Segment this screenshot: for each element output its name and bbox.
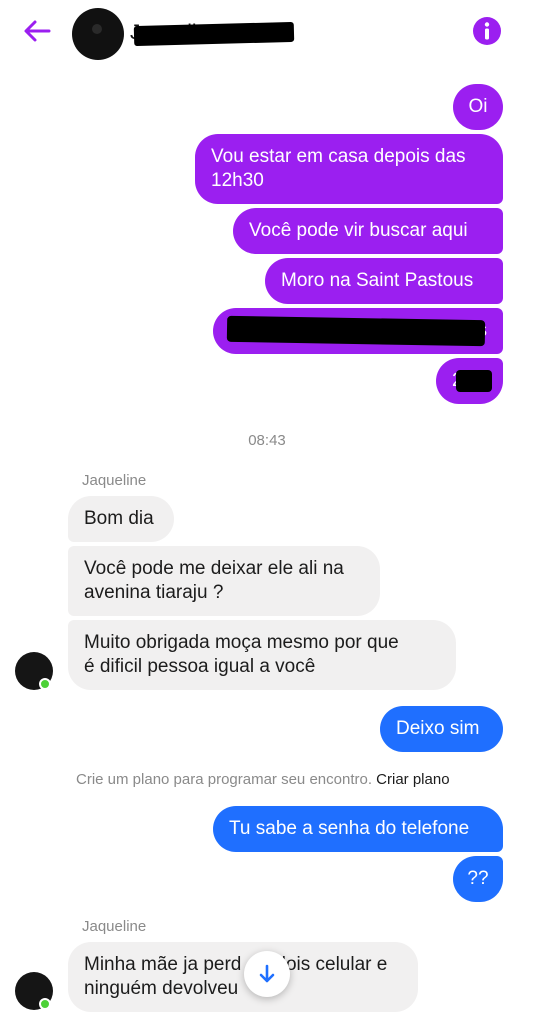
message-sent[interactable]: Moro na Saint Pastous: [265, 258, 503, 304]
message-text: Moro na Saint Pastous: [281, 270, 474, 291]
address-redaction: [226, 315, 486, 347]
message-sent[interactable]: s: [213, 308, 503, 354]
message-text: Bom dia: [84, 508, 154, 529]
message-received[interactable]: Você pode me deixar ele ali na avenina t…: [68, 546, 380, 616]
message-received[interactable]: Minha mãe ja perd dois celular e ninguém …: [68, 942, 418, 1012]
message-text: Minha mãe ja perd dois celular e: [84, 953, 402, 977]
contact-name-area[interactable]: Jaqueline Celular: [130, 20, 320, 47]
scroll-to-bottom-button[interactable]: [244, 951, 290, 997]
message-text: Vou estar em casa depois das: [211, 146, 466, 167]
message-text: ??: [467, 868, 489, 889]
message-sent[interactable]: Vou estar em casa depois das 12h30: [195, 134, 503, 204]
message-text: avenina tiaraju ?: [84, 582, 224, 603]
message-text: Muito obrigada moça mesmo por que: [84, 632, 399, 653]
contact-avatar[interactable]: [72, 8, 124, 60]
message-sent[interactable]: Tu sabe a senha do telefone: [213, 806, 503, 852]
message-text: Deixo sim: [396, 718, 480, 739]
message-received[interactable]: Muito obrigada moça mesmo por que é difi…: [68, 620, 456, 690]
sender-label: Jaqueline: [82, 472, 147, 489]
timestamp: 08:43: [248, 432, 286, 449]
arrow-down-icon: [259, 964, 275, 983]
message-sent[interactable]: 2: [436, 358, 503, 404]
info-icon[interactable]: [472, 16, 502, 46]
online-indicator: [39, 678, 51, 690]
message-text: Você pode vir buscar aqui: [249, 220, 468, 241]
message-sent[interactable]: Deixo sim: [380, 706, 503, 752]
message-text-part: Minha mãe ja perd: [84, 954, 242, 975]
message-sent[interactable]: Você pode vir buscar aqui: [233, 208, 503, 254]
message-text: ninguém devolveu: [84, 978, 239, 999]
message-text: Você pode me deixar ele ali na: [84, 558, 344, 579]
message-text: Tu sabe a senha do telefone: [229, 818, 470, 839]
message-text: é dificil pessoa igual a você: [84, 656, 316, 677]
arrow-left-icon: [24, 20, 51, 42]
online-indicator: [39, 998, 51, 1010]
message-text: 12h30: [211, 170, 264, 191]
name-redaction: [133, 21, 295, 47]
back-button[interactable]: [20, 14, 54, 48]
message-received[interactable]: Bom dia: [68, 496, 174, 542]
plan-prompt: Crie um plano para programar seu encontr…: [76, 771, 450, 788]
message-text-part: dois celular e: [275, 954, 388, 975]
plan-prompt-text: Crie um plano para programar seu encontr…: [76, 771, 372, 788]
create-plan-link[interactable]: Criar plano: [376, 771, 449, 788]
message-text: Oi: [468, 96, 488, 117]
sender-label: Jaqueline: [82, 918, 147, 935]
message-sent[interactable]: ??: [453, 856, 503, 902]
chat-header: Jaqueline Celular: [0, 0, 534, 66]
message-sent[interactable]: Oi: [453, 84, 503, 130]
number-redaction: [456, 370, 492, 392]
